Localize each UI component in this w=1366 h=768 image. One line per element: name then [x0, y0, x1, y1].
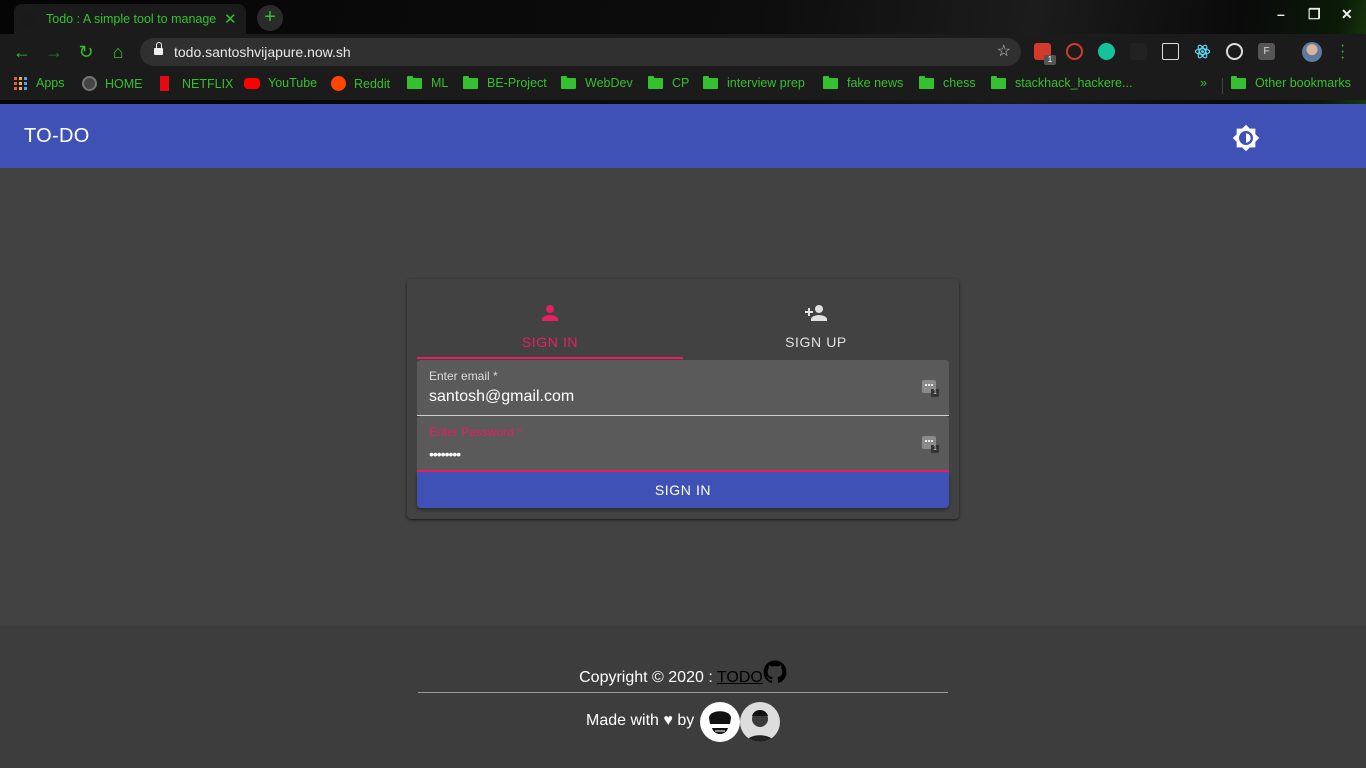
footer: Copyright © 2020 : TODO Made with ♥ by	[0, 626, 1366, 768]
bookmark-netflix[interactable]: NETFLIX	[160, 76, 233, 91]
bookmark-folder-ml[interactable]: ML	[407, 75, 448, 90]
lock-icon	[154, 42, 163, 56]
reddit-icon	[331, 76, 346, 91]
bookmark-youtube[interactable]: YouTube	[244, 76, 317, 90]
copyright: Copyright © 2020 : TODO	[0, 660, 1366, 687]
bookmark-folder-interview-prep[interactable]: interview prep	[703, 75, 805, 90]
email-label: Enter email *	[429, 369, 498, 383]
netflix-icon	[160, 76, 169, 91]
bookmarks-divider	[1222, 78, 1223, 94]
extension-f-icon[interactable]: F	[1258, 43, 1275, 60]
extension-target-icon[interactable]	[1226, 43, 1243, 60]
folder-icon	[991, 75, 1006, 89]
app-title: TO-DO	[24, 125, 90, 147]
forward-icon[interactable]: →	[44, 42, 64, 62]
folder-icon	[703, 75, 718, 89]
bookmark-other-bookmarks[interactable]: Other bookmarks	[1231, 75, 1351, 90]
tab-sign-up-label: SIGN UP	[785, 334, 847, 350]
browser-menu-icon[interactable]: · · ·	[1340, 38, 1345, 66]
password-field[interactable]: Enter Password * ••••••••	[417, 416, 949, 472]
app-bar: TO-DO	[0, 104, 1366, 168]
bookmark-star-icon[interactable]: ☆	[997, 41, 1011, 61]
active-tab-indicator	[417, 357, 683, 359]
reload-icon[interactable]: ↻	[76, 42, 96, 62]
new-tab-button[interactable]: +	[257, 5, 283, 31]
email-field[interactable]: Enter email * santosh@gmail.com	[417, 360, 949, 416]
auth-card: SIGN IN SIGN UP Enter email * santosh@gm…	[407, 279, 959, 519]
sign-in-button[interactable]: SIGN IN	[417, 472, 949, 508]
bookmark-folder-chess[interactable]: chess	[919, 75, 976, 90]
folder-icon	[1231, 75, 1246, 89]
folder-icon	[463, 75, 478, 89]
browser-tab[interactable]: Todo : A simple tool to manage ✕	[14, 4, 246, 34]
developer-avatar[interactable]	[700, 702, 740, 742]
folder-icon	[648, 75, 663, 89]
bookmark-folder-fake-news[interactable]: fake news	[823, 75, 903, 90]
github-icon	[82, 76, 97, 91]
tab-sign-in-label: SIGN IN	[521, 334, 579, 350]
tab-sign-up[interactable]: SIGN UP	[683, 289, 949, 359]
extension-code-icon[interactable]	[1130, 43, 1147, 60]
maximize-button[interactable]: ❐	[1308, 6, 1321, 23]
bookmarks-bar: Apps HOME NETFLIX YouTube Reddit ML BE-P…	[0, 70, 1366, 100]
email-value: santosh@gmail.com	[429, 388, 575, 405]
folder-icon	[407, 75, 422, 89]
browser-toolbar: ← → ↻ ⌂ todo.santoshvijapure.now.sh ☆ F	[0, 34, 1366, 70]
password-value: ••••••••	[429, 446, 461, 462]
grammarly-icon[interactable]	[1098, 43, 1115, 60]
folder-icon	[823, 75, 838, 89]
bookmark-folder-be-project[interactable]: BE-Project	[463, 75, 547, 90]
tab-title: Todo : A simple tool to manage	[46, 12, 217, 26]
brightness-icon[interactable]	[1232, 124, 1260, 152]
password-manager-icon[interactable]	[922, 380, 939, 397]
copyright-text: Copyright © 2020 :	[579, 669, 717, 686]
bookmark-home[interactable]: HOME	[82, 76, 143, 91]
folder-icon	[561, 75, 576, 89]
url-text: todo.santoshvijapure.now.sh	[174, 44, 351, 60]
made-with-text: Made with ♥ by	[586, 712, 695, 729]
minimize-button[interactable]: –	[1277, 6, 1285, 22]
password-manager-icon[interactable]	[922, 436, 939, 453]
address-bar[interactable]: todo.santoshvijapure.now.sh ☆	[140, 38, 1021, 66]
bookmarks-overflow-button[interactable]: »	[1200, 76, 1207, 90]
back-icon[interactable]: ←	[12, 42, 32, 62]
bookmark-folder-stackhack[interactable]: stackhack_hackere...	[991, 75, 1132, 90]
extension-block-icon[interactable]	[1066, 43, 1083, 60]
footer-divider	[418, 692, 948, 693]
favicon-icon	[22, 12, 36, 26]
tab-close-icon[interactable]: ✕	[224, 10, 237, 28]
person-icon	[538, 301, 562, 325]
apps-grid-icon	[14, 76, 27, 90]
bookmark-reddit[interactable]: Reddit	[331, 76, 390, 91]
bookmark-folder-webdev[interactable]: WebDev	[561, 75, 633, 90]
extension-image-icon[interactable]	[1162, 43, 1179, 60]
youtube-icon	[244, 77, 260, 89]
bookmark-apps[interactable]: Apps	[14, 76, 65, 90]
bookmark-folder-cp[interactable]: CP	[648, 75, 689, 90]
tab-sign-in[interactable]: SIGN IN	[417, 289, 683, 359]
profile-avatar[interactable]	[1302, 42, 1322, 62]
person-add-icon	[804, 301, 828, 325]
tab-strip: Todo : A simple tool to manage ✕ + – ❐ ✕	[0, 0, 1366, 34]
extension-badge: 1	[1044, 55, 1056, 65]
todo-repo-link[interactable]: TODO	[717, 669, 763, 686]
home-icon[interactable]: ⌂	[108, 42, 128, 62]
github-icon[interactable]	[763, 660, 787, 684]
react-devtools-icon[interactable]	[1194, 43, 1211, 60]
password-label: Enter Password *	[429, 425, 522, 439]
developer-avatar[interactable]	[740, 702, 780, 742]
folder-icon	[919, 75, 934, 89]
close-window-button[interactable]: ✕	[1341, 6, 1353, 23]
auth-tabs: SIGN IN SIGN UP	[417, 289, 949, 359]
browser-chrome: Todo : A simple tool to manage ✕ + – ❐ ✕…	[0, 0, 1366, 104]
